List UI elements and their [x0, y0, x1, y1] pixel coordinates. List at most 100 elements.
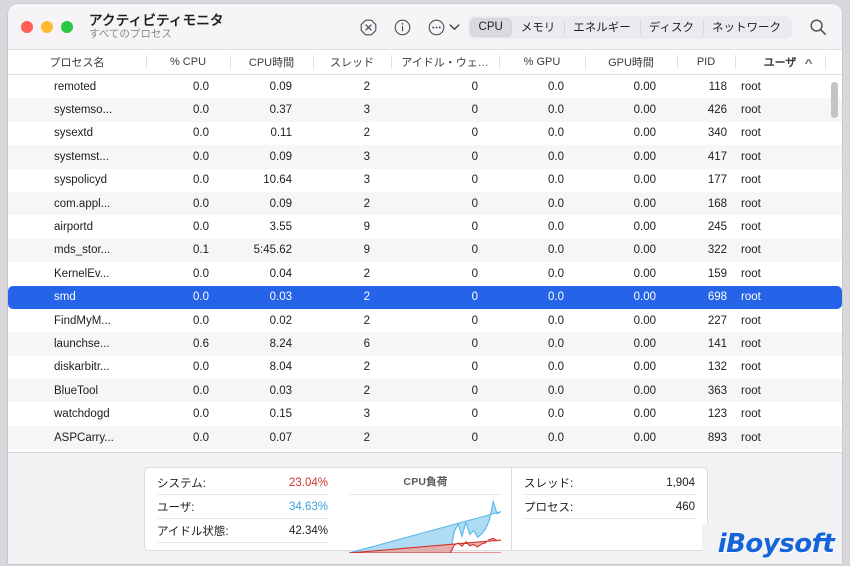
table-row[interactable]: smd 0.0 0.03 2 0 0.0 0.00 698 root: [8, 285, 842, 309]
table-row[interactable]: sysextd 0.0 0.11 2 0 0.0 0.00 340 root: [8, 122, 842, 145]
cell-gputime: 0.00: [633, 408, 656, 421]
cpu-stat-label: システム:: [157, 477, 206, 490]
table-row[interactable]: diskarbitr... 0.0 8.04 2 0 0.0 0.00 132 root: [8, 356, 842, 379]
cell-name: syspolicyd: [54, 174, 108, 187]
info-icon[interactable]: [386, 12, 420, 42]
cell-threads: 2: [363, 314, 370, 327]
table-row[interactable]: KernelEv... 0.0 0.04 2 0 0.0 0.00 159 root: [8, 262, 842, 285]
cell-cpu: 0.6: [193, 337, 209, 350]
process-rows: remoted 0.0 0.09 2 0 0.0 0.00 118 root systemso..…: [8, 75, 842, 450]
cell-cputime: 0.02: [269, 314, 292, 327]
chevron-down-icon[interactable]: [448, 12, 462, 42]
cell-user: root: [741, 174, 761, 187]
cell-gputime: 0.00: [633, 291, 656, 304]
table-row[interactable]: systemso... 0.0 0.37 3 0 0.0 0.00 426 root: [8, 98, 842, 122]
cell-cpu: 0.0: [193, 221, 209, 234]
column-header-gpu[interactable]: % GPU: [499, 50, 585, 74]
cell-user: root: [741, 80, 761, 93]
table-row[interactable]: com.appl... 0.0 0.09 2 0 0.0 0.00 168 root: [8, 191, 842, 216]
cpu-load-graph: [349, 495, 501, 553]
cell-idlewake: 0: [471, 384, 478, 397]
cell-name: remoted: [54, 80, 97, 93]
cpu-usage-box: システム: 23.04% ユーザ: 34.63% アイドル状態: 42.34%: [144, 467, 340, 551]
cell-pid: 227: [707, 314, 727, 327]
cell-user: root: [741, 104, 761, 117]
cell-cpu: 0.0: [193, 314, 209, 327]
cell-gputime: 0.00: [633, 314, 656, 327]
cell-idlewake: 0: [471, 174, 478, 187]
cell-threads: 6: [363, 337, 370, 350]
cell-gpu: 0.0: [548, 197, 564, 210]
table-row[interactable]: BlueTool 0.0 0.03 2 0 0.0 0.00 363 root: [8, 379, 842, 403]
close-button[interactable]: [21, 20, 33, 33]
cell-name: systemst...: [54, 150, 109, 163]
table-column-header: プロセス名 % CPU CPU時間 スレッド アイドル・ウェ… % GPU GPU時間 PID…: [8, 50, 842, 75]
cell-cputime: 0.07: [269, 431, 292, 444]
table-row[interactable]: airportd 0.0 3.55 9 0 0.0 0.00 245 root: [8, 215, 842, 238]
tab-memory[interactable]: メモリ: [512, 18, 565, 37]
cell-idlewake: 0: [471, 314, 478, 327]
column-header-name[interactable]: プロセス名: [8, 50, 146, 74]
window-title: アクティビティモニタ: [89, 12, 224, 28]
table-row[interactable]: FindMyM... 0.0 0.02 2 0 0.0 0.00 227 root: [8, 309, 842, 332]
table-row[interactable]: ASPCarry... 0.0 0.07 2 0 0.0 0.00 893 root: [8, 425, 842, 450]
cell-pid: 132: [707, 361, 727, 374]
scrollbar-thumb[interactable]: [831, 82, 838, 118]
column-header-cpu[interactable]: % CPU: [146, 50, 230, 74]
cell-cputime: 0.03: [269, 291, 292, 304]
cell-gputime: 0.00: [633, 361, 656, 374]
stop-process-icon[interactable]: [352, 12, 386, 42]
column-header-label: GPU時間: [608, 57, 654, 69]
cell-threads: 3: [363, 150, 370, 163]
cell-gpu: 0.0: [548, 291, 564, 304]
cell-user: root: [741, 361, 761, 374]
cell-gputime: 0.00: [633, 127, 656, 140]
column-header-label: PID: [696, 56, 716, 68]
column-header-pid[interactable]: PID: [677, 50, 735, 74]
table-row[interactable]: watchdogd 0.0 0.15 3 0 0.0 0.00 123 root: [8, 402, 842, 425]
table-row[interactable]: systemst... 0.0 0.09 3 0 0.0 0.00 417 root: [8, 145, 842, 169]
cell-cpu: 0.0: [193, 267, 209, 280]
table-row[interactable]: mds_stor... 0.1 5:45.62 9 0 0.0 0.00 322 root: [8, 238, 842, 263]
column-header-cputime[interactable]: CPU時間: [230, 50, 313, 74]
tab-energy[interactable]: エネルギー: [564, 18, 640, 37]
cell-name: com.appl...: [54, 197, 111, 210]
tab-disk[interactable]: ディスク: [639, 18, 703, 37]
column-header-label: CPU時間: [248, 57, 295, 69]
column-header-user[interactable]: ユーザ ˄: [735, 50, 825, 74]
column-header-threads[interactable]: スレッド: [313, 50, 391, 74]
cell-name: FindMyM...: [54, 314, 111, 327]
cell-cputime: 0.09: [269, 80, 292, 93]
cell-gpu: 0.0: [548, 408, 564, 421]
column-header-idlewake[interactable]: アイドル・ウェ…: [391, 50, 499, 74]
cell-cpu: 0.0: [193, 174, 209, 187]
tab-cpu[interactable]: CPU: [469, 17, 512, 37]
cell-threads: 3: [363, 174, 370, 187]
column-header-gputime[interactable]: GPU時間: [585, 50, 677, 74]
cell-cpu: 0.0: [193, 127, 209, 140]
table-row[interactable]: launchse... 0.6 8.24 6 0 0.0 0.00 141 root: [8, 332, 842, 356]
watermark: iBoysoft: [702, 524, 842, 564]
window-controls: [21, 20, 73, 33]
search-icon[interactable]: [800, 12, 836, 42]
process-table[interactable]: remoted 0.0 0.09 2 0 0.0 0.00 118 root systemso..…: [8, 75, 842, 452]
count-stat-label: プロセス:: [524, 501, 574, 514]
cell-gpu: 0.0: [548, 361, 564, 374]
cell-idlewake: 0: [471, 431, 478, 444]
cell-gputime: 0.00: [633, 244, 656, 257]
cell-idlewake: 0: [471, 337, 478, 350]
table-row[interactable]: syspolicyd 0.0 10.64 3 0 0.0 0.00 177 root: [8, 169, 842, 192]
table-row[interactable]: remoted 0.0 0.09 2 0 0.0 0.00 118 root: [8, 75, 842, 98]
cell-pid: 177: [707, 174, 727, 187]
title-bar: アクティビティモニタ すべてのプロセス CPU メモリ エネルギー ディスク ネ…: [8, 4, 842, 50]
cell-idlewake: 0: [471, 127, 478, 140]
minimize-button[interactable]: [41, 20, 53, 33]
tab-network[interactable]: ネットワーク: [703, 18, 790, 37]
count-stat-label: スレッド:: [524, 477, 574, 490]
cell-gpu: 0.0: [548, 80, 564, 93]
cell-user: root: [741, 150, 761, 163]
vertical-scrollbar[interactable]: [830, 77, 839, 450]
cell-user: root: [741, 197, 761, 210]
cpu-stat-value: 42.34%: [288, 524, 328, 537]
maximize-button[interactable]: [61, 20, 73, 33]
